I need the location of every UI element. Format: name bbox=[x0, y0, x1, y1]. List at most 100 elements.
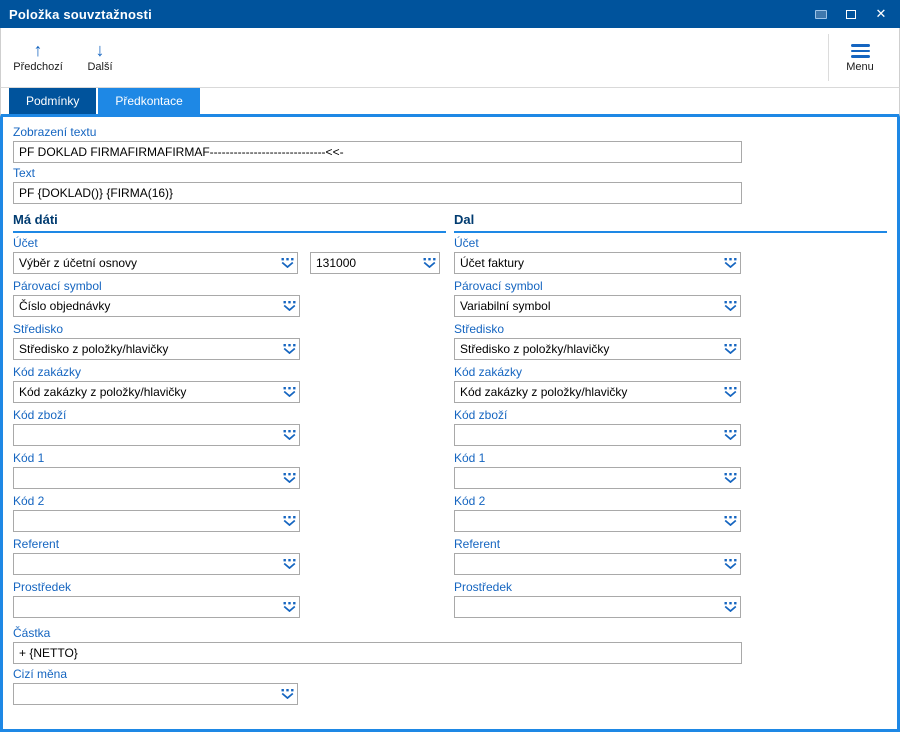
dropdown-icon[interactable] bbox=[279, 597, 299, 617]
menu-button[interactable]: Menu bbox=[829, 30, 891, 85]
dropdown-icon[interactable] bbox=[279, 511, 299, 531]
toolbar-spacer bbox=[131, 30, 828, 85]
text-input[interactable] bbox=[13, 182, 742, 204]
kod-1-right-input[interactable] bbox=[455, 471, 720, 485]
close-button[interactable]: ✕ bbox=[866, 2, 896, 26]
dropdown-icon[interactable] bbox=[720, 554, 740, 574]
kod-zbozi-right-combo[interactable] bbox=[454, 424, 741, 446]
float-window-icon bbox=[815, 10, 827, 19]
dropdown-icon[interactable] bbox=[279, 468, 299, 488]
predkontace-panel: Zobrazení textu Text Má dáti Účet bbox=[0, 117, 900, 732]
next-button-label: Další bbox=[87, 61, 112, 73]
kod-zbozi-left-combo[interactable] bbox=[13, 424, 300, 446]
dropdown-icon[interactable] bbox=[279, 296, 299, 316]
parovaci-symbol-left-combo[interactable] bbox=[13, 295, 300, 317]
prostredek-left-input[interactable] bbox=[14, 600, 279, 614]
next-button[interactable]: ↓ Další bbox=[69, 30, 131, 85]
field-kod-2-right: Kód 2 bbox=[454, 494, 887, 532]
kod-zbozi-right-label: Kód zboží bbox=[454, 408, 887, 422]
dropdown-icon[interactable] bbox=[279, 339, 299, 359]
down-arrow-icon: ↓ bbox=[96, 42, 105, 58]
dal-header: Dal bbox=[454, 212, 887, 233]
stredisko-right-input[interactable] bbox=[455, 342, 720, 356]
prostredek-left-combo[interactable] bbox=[13, 596, 300, 618]
field-ucet-left: Účet bbox=[13, 236, 446, 274]
kod-zakazky-right-input[interactable] bbox=[455, 385, 720, 399]
kod-2-left-label: Kód 2 bbox=[13, 494, 446, 508]
close-icon: ✕ bbox=[876, 6, 887, 22]
previous-button[interactable]: ↑ Předchozí bbox=[7, 30, 69, 85]
ucet-left-combo[interactable] bbox=[13, 252, 298, 274]
dropdown-icon[interactable] bbox=[279, 382, 299, 402]
display-text-input[interactable] bbox=[13, 141, 742, 163]
kod-zakazky-left-input[interactable] bbox=[14, 385, 279, 399]
referent-right-input[interactable] bbox=[455, 557, 720, 571]
parovaci-symbol-left-input[interactable] bbox=[14, 299, 279, 313]
kod-2-left-combo[interactable] bbox=[13, 510, 300, 532]
dropdown-icon[interactable] bbox=[279, 425, 299, 445]
field-stredisko-left: Středisko bbox=[13, 322, 446, 360]
tab-predkontace[interactable]: Předkontace bbox=[98, 88, 199, 114]
kod-1-right-combo[interactable] bbox=[454, 467, 741, 489]
title-bar[interactable]: Položka souvztažnosti ✕ bbox=[0, 0, 900, 28]
kod-2-right-label: Kód 2 bbox=[454, 494, 887, 508]
field-ucet-right: Účet bbox=[454, 236, 887, 274]
parovaci-symbol-right-label: Párovací symbol bbox=[454, 279, 887, 293]
ucet-right-input[interactable] bbox=[455, 256, 720, 270]
parovaci-symbol-right-combo[interactable] bbox=[454, 295, 741, 317]
prostredek-right-input[interactable] bbox=[455, 600, 720, 614]
dropdown-icon[interactable] bbox=[720, 511, 740, 531]
dropdown-icon[interactable] bbox=[277, 253, 297, 273]
referent-left-input[interactable] bbox=[14, 557, 279, 571]
kod-zakazky-right-combo[interactable] bbox=[454, 381, 741, 403]
dropdown-icon[interactable] bbox=[720, 597, 740, 617]
ucet-left-input[interactable] bbox=[14, 256, 277, 270]
parovaci-symbol-right-input[interactable] bbox=[455, 299, 720, 313]
dropdown-icon[interactable] bbox=[419, 253, 439, 273]
field-parovaci-symbol-left: Párovací symbol bbox=[13, 279, 446, 317]
ucet-right-combo[interactable] bbox=[454, 252, 741, 274]
field-kod-zbozi-right: Kód zboží bbox=[454, 408, 887, 446]
dropdown-icon[interactable] bbox=[720, 425, 740, 445]
kod-2-left-input[interactable] bbox=[14, 514, 279, 528]
referent-left-combo[interactable] bbox=[13, 553, 300, 575]
amount-label: Částka bbox=[13, 626, 887, 640]
field-stredisko-right: Středisko bbox=[454, 322, 887, 360]
hamburger-menu-icon bbox=[851, 42, 870, 58]
dropdown-icon[interactable] bbox=[720, 253, 740, 273]
kod-1-left-combo[interactable] bbox=[13, 467, 300, 489]
dropdown-icon[interactable] bbox=[279, 554, 299, 574]
stredisko-left-input[interactable] bbox=[14, 342, 279, 356]
dropdown-icon[interactable] bbox=[720, 468, 740, 488]
kod-zakazky-left-combo[interactable] bbox=[13, 381, 300, 403]
field-parovaci-symbol-right: Párovací symbol bbox=[454, 279, 887, 317]
ucet-left-account-combo[interactable] bbox=[310, 252, 440, 274]
stredisko-left-label: Středisko bbox=[13, 322, 446, 336]
stredisko-left-combo[interactable] bbox=[13, 338, 300, 360]
prostredek-right-combo[interactable] bbox=[454, 596, 741, 618]
kod-1-left-input[interactable] bbox=[14, 471, 279, 485]
field-kod-1-right: Kód 1 bbox=[454, 451, 887, 489]
kod-zbozi-right-input[interactable] bbox=[455, 428, 720, 442]
display-text-label: Zobrazení textu bbox=[13, 125, 887, 139]
tab-podminky[interactable]: Podmínky bbox=[9, 88, 96, 114]
kod-zbozi-left-input[interactable] bbox=[14, 428, 279, 442]
field-kod-zakazky-left: Kód zakázky bbox=[13, 365, 446, 403]
referent-right-combo[interactable] bbox=[454, 553, 741, 575]
kod-2-right-input[interactable] bbox=[455, 514, 720, 528]
float-window-button[interactable] bbox=[806, 2, 836, 26]
dropdown-icon[interactable] bbox=[720, 339, 740, 359]
dropdown-icon[interactable] bbox=[720, 296, 740, 316]
foreign-currency-combo[interactable] bbox=[13, 683, 298, 705]
ucet-left-account-input[interactable] bbox=[311, 256, 419, 270]
maximize-button[interactable] bbox=[836, 2, 866, 26]
tab-bar: Podmínky Předkontace bbox=[0, 88, 900, 117]
amount-input[interactable] bbox=[13, 642, 742, 664]
dropdown-icon[interactable] bbox=[720, 382, 740, 402]
foreign-currency-input[interactable] bbox=[14, 687, 277, 701]
stredisko-right-combo[interactable] bbox=[454, 338, 741, 360]
kod-2-right-combo[interactable] bbox=[454, 510, 741, 532]
dropdown-icon[interactable] bbox=[277, 684, 297, 704]
foreign-currency-label: Cizí měna bbox=[13, 667, 887, 681]
kod-zakazky-right-label: Kód zakázky bbox=[454, 365, 887, 379]
